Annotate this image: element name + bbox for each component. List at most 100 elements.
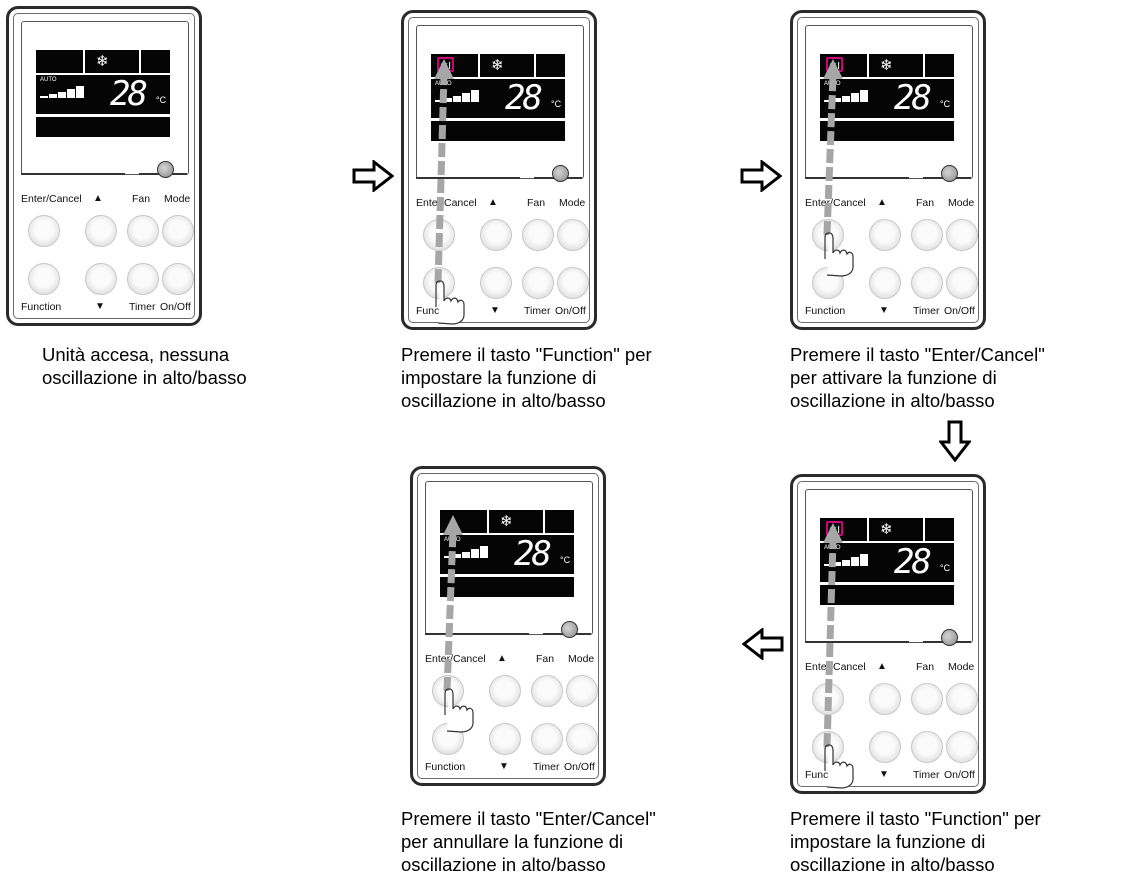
cool-mode-icon: ❄ xyxy=(491,57,504,74)
caption-step-1: Unità accesa, nessuna oscillazione in al… xyxy=(42,344,247,388)
enter-cancel-button[interactable] xyxy=(812,219,844,251)
fan-button[interactable] xyxy=(127,215,159,247)
caption-step-4: Premere il tasto "Function" per impostar… xyxy=(790,808,1041,875)
cool-mode-icon: ❄ xyxy=(96,53,109,70)
up-button[interactable] xyxy=(869,219,901,251)
lcd-divider xyxy=(923,518,925,541)
temperature-readout: 28 xyxy=(514,534,552,574)
on-off-button[interactable] xyxy=(946,731,978,763)
mode-label: Mode xyxy=(948,197,975,209)
function-button[interactable] xyxy=(812,267,844,299)
down-button[interactable] xyxy=(869,731,901,763)
down-button[interactable] xyxy=(489,723,521,755)
lcd-bottom-divider xyxy=(820,582,954,585)
lcd-bottom-divider xyxy=(36,114,170,117)
cool-mode-icon: ❄ xyxy=(880,521,893,538)
remote-panel: ❄ AUTO 28 °C ≋I Enter/Cancel ▲ Fan Mode xyxy=(790,474,986,794)
fan-label: Fan xyxy=(527,197,546,209)
remote-panel: ❄ AUTO 28 °C ≋I Enter/Cancel ▲ Fan Mode xyxy=(790,10,986,330)
flow-arrow-down xyxy=(939,420,971,462)
function-button[interactable] xyxy=(28,263,60,295)
on-off-label: On/Off xyxy=(944,305,975,317)
on-off-button[interactable] xyxy=(946,267,978,299)
enter-cancel-button[interactable] xyxy=(423,219,455,251)
up-arrow-label: ▲ xyxy=(497,653,507,664)
function-button[interactable] xyxy=(432,723,464,755)
mode-button[interactable] xyxy=(557,219,589,251)
auto-label: AUTO xyxy=(824,545,841,551)
fan-button[interactable] xyxy=(911,219,943,251)
function-label: Function xyxy=(425,761,466,773)
lcd-display: ❄ AUTO 28 °C ≋I xyxy=(820,54,954,141)
down-button[interactable] xyxy=(85,263,117,295)
up-arrow-label: ▲ xyxy=(93,193,103,204)
mode-button[interactable] xyxy=(946,219,978,251)
mode-button[interactable] xyxy=(162,215,194,247)
temperature-readout: 28 xyxy=(894,542,932,582)
lcd-bottom-divider xyxy=(431,118,565,121)
temperature-unit: °C xyxy=(560,555,571,565)
up-button[interactable] xyxy=(85,215,117,247)
cool-mode-icon: ❄ xyxy=(880,57,893,74)
indicator-light-icon xyxy=(941,165,958,182)
on-off-button[interactable] xyxy=(566,723,598,755)
lcd-bottom-divider xyxy=(440,574,574,577)
auto-label: AUTO xyxy=(435,81,452,87)
down-button[interactable] xyxy=(480,267,512,299)
up-button[interactable] xyxy=(869,683,901,715)
temperature-unit: °C xyxy=(156,95,167,105)
flow-arrow-right-1 xyxy=(352,160,394,192)
lcd-divider xyxy=(487,510,489,533)
function-label: Function xyxy=(805,769,846,781)
lcd-display: ❄ AUTO 28 °C xyxy=(36,50,170,137)
fan-speed-icon xyxy=(40,84,100,98)
temperature-unit: °C xyxy=(940,563,951,573)
timer-label: Timer xyxy=(524,305,551,317)
enter-cancel-button[interactable] xyxy=(812,683,844,715)
timer-button[interactable] xyxy=(127,263,159,295)
timer-button[interactable] xyxy=(531,723,563,755)
down-button[interactable] xyxy=(869,267,901,299)
on-off-label: On/Off xyxy=(160,301,191,313)
mode-button[interactable] xyxy=(566,675,598,707)
swing-icon: ≋I xyxy=(826,521,843,536)
timer-button[interactable] xyxy=(522,267,554,299)
cool-mode-icon: ❄ xyxy=(500,513,513,530)
fan-speed-icon xyxy=(435,88,495,102)
fan-button[interactable] xyxy=(531,675,563,707)
display-edge xyxy=(805,641,909,643)
fan-button[interactable] xyxy=(911,683,943,715)
auto-label: AUTO xyxy=(40,77,57,83)
up-arrow-label: ▲ xyxy=(488,197,498,208)
enter-cancel-button[interactable] xyxy=(432,675,464,707)
on-off-label: On/Off xyxy=(555,305,586,317)
fan-label: Fan xyxy=(536,653,555,665)
swing-icon: ≋I xyxy=(437,57,454,72)
timer-button[interactable] xyxy=(911,267,943,299)
temperature-unit: °C xyxy=(551,99,562,109)
auto-label: AUTO xyxy=(444,537,461,543)
mode-button[interactable] xyxy=(946,683,978,715)
up-button[interactable] xyxy=(480,219,512,251)
lcd-divider xyxy=(543,510,545,533)
lcd-divider xyxy=(478,54,480,77)
on-off-button[interactable] xyxy=(557,267,589,299)
on-off-button[interactable] xyxy=(162,263,194,295)
auto-label: AUTO xyxy=(824,81,841,87)
display-edge xyxy=(416,177,520,179)
indicator-light-icon xyxy=(157,161,174,178)
enter-cancel-button[interactable] xyxy=(28,215,60,247)
up-button[interactable] xyxy=(489,675,521,707)
lcd-display: ❄ AUTO 28 °C ≋I xyxy=(820,518,954,605)
fan-label: Fan xyxy=(916,197,935,209)
down-arrow-label: ▼ xyxy=(499,761,509,772)
fan-button[interactable] xyxy=(522,219,554,251)
function-button[interactable] xyxy=(812,731,844,763)
lcd-divider xyxy=(867,518,869,541)
on-off-label: On/Off xyxy=(564,761,595,773)
function-button[interactable] xyxy=(423,267,455,299)
caption-step-5: Premere il tasto "Enter/Cancel" per annu… xyxy=(401,808,656,875)
timer-button[interactable] xyxy=(911,731,943,763)
fan-speed-icon xyxy=(824,552,884,566)
mode-label: Mode xyxy=(568,653,595,665)
